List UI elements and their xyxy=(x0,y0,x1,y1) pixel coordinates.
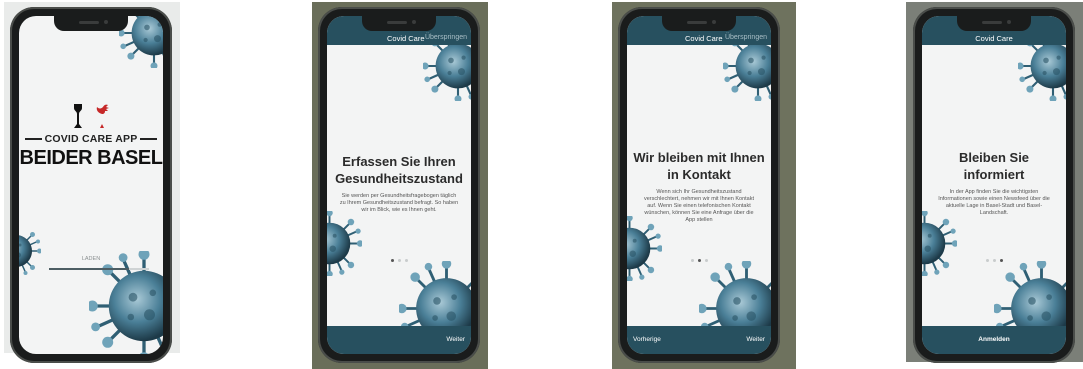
pagination-dots xyxy=(627,249,771,267)
login-button[interactable]: Anmelden xyxy=(922,336,1066,343)
next-button[interactable]: Weiter xyxy=(746,336,765,343)
pagination-dot[interactable] xyxy=(690,259,694,262)
phone-notch xyxy=(362,16,436,31)
slide-content: Wir bleiben mit Ihnen in Kontakt Wenn si… xyxy=(627,149,771,224)
app-logo: COVID CARE APP BEIDER BASEL xyxy=(19,104,163,170)
pagination-dot[interactable] xyxy=(985,259,989,262)
brand-line: COVID CARE APP xyxy=(19,133,163,145)
slide-text: Wenn sich Ihr Gesundheitszustand verschl… xyxy=(643,189,755,223)
slide-content: Erfassen Sie Ihren Gesundheitszustand Si… xyxy=(327,153,471,214)
virus-image-bottom-right xyxy=(89,251,163,354)
pagination-dot[interactable] xyxy=(397,259,401,262)
onboarding-screen-3: Covid Care Bleiben Sie informiert In der… xyxy=(922,16,1066,354)
pagination-dots xyxy=(922,249,1066,267)
header-title: Covid Care xyxy=(975,34,1013,43)
phone-onboarding-2: Covid Care Überspringen Wir bleiben mit … xyxy=(618,7,780,363)
pagination-dot[interactable] xyxy=(697,259,701,262)
pagination-dot[interactable] xyxy=(999,259,1003,262)
phone-notch xyxy=(54,16,128,31)
header-title: Covid Care xyxy=(685,34,723,43)
pagination-dot[interactable] xyxy=(704,259,708,262)
slide-text: In der App finden Sie die wichtigsten In… xyxy=(938,189,1050,216)
onboarding-screen-2: Covid Care Überspringen Wir bleiben mit … xyxy=(627,16,771,354)
footer-bar: Weiter xyxy=(327,326,471,354)
basel-landschaft-crest-icon xyxy=(96,104,109,128)
header-title: Covid Care xyxy=(387,34,425,43)
phone-splash: COVID CARE APP BEIDER BASEL LADEN xyxy=(10,7,172,363)
splash-screen: COVID CARE APP BEIDER BASEL LADEN xyxy=(19,16,163,354)
next-button[interactable]: Weiter xyxy=(446,336,465,343)
brand-title: BEIDER BASEL xyxy=(19,147,163,169)
onboarding-screen-1: Covid Care Überspringen Erfassen Sie Ihr… xyxy=(327,16,471,354)
phone-onboarding-3: Covid Care Bleiben Sie informiert In der… xyxy=(913,7,1075,363)
slide-title: Erfassen Sie Ihren Gesundheitszustand xyxy=(335,154,463,186)
phone-notch xyxy=(662,16,736,31)
footer-bar: Anmelden xyxy=(922,326,1066,354)
loading-progress-bar xyxy=(49,268,149,270)
loading-label: LADEN xyxy=(81,256,101,262)
loading-progress-fill xyxy=(49,268,129,270)
pagination-dot[interactable] xyxy=(390,259,394,262)
skip-button[interactable]: Überspringen xyxy=(725,34,767,41)
basel-stadt-crest-icon xyxy=(74,104,83,128)
phone-notch xyxy=(957,16,1031,31)
pagination-dots xyxy=(327,249,471,267)
skip-button[interactable]: Überspringen xyxy=(425,34,467,41)
pagination-dot[interactable] xyxy=(404,259,408,262)
footer-bar: Vorherige Weiter xyxy=(627,326,771,354)
slide-text: Sie werden per Gesundheitsfragebogen täg… xyxy=(339,193,459,213)
slide-content: Bleiben Sie informiert In der App finden… xyxy=(922,149,1066,217)
previous-button[interactable]: Vorherige xyxy=(633,336,661,343)
phone-onboarding-1: Covid Care Überspringen Erfassen Sie Ihr… xyxy=(318,7,480,363)
slide-title: Bleiben Sie informiert xyxy=(958,150,1030,182)
slide-title: Wir bleiben mit Ihnen in Kontakt xyxy=(633,150,765,182)
virus-image-left xyxy=(19,226,41,276)
pagination-dot[interactable] xyxy=(992,259,996,262)
